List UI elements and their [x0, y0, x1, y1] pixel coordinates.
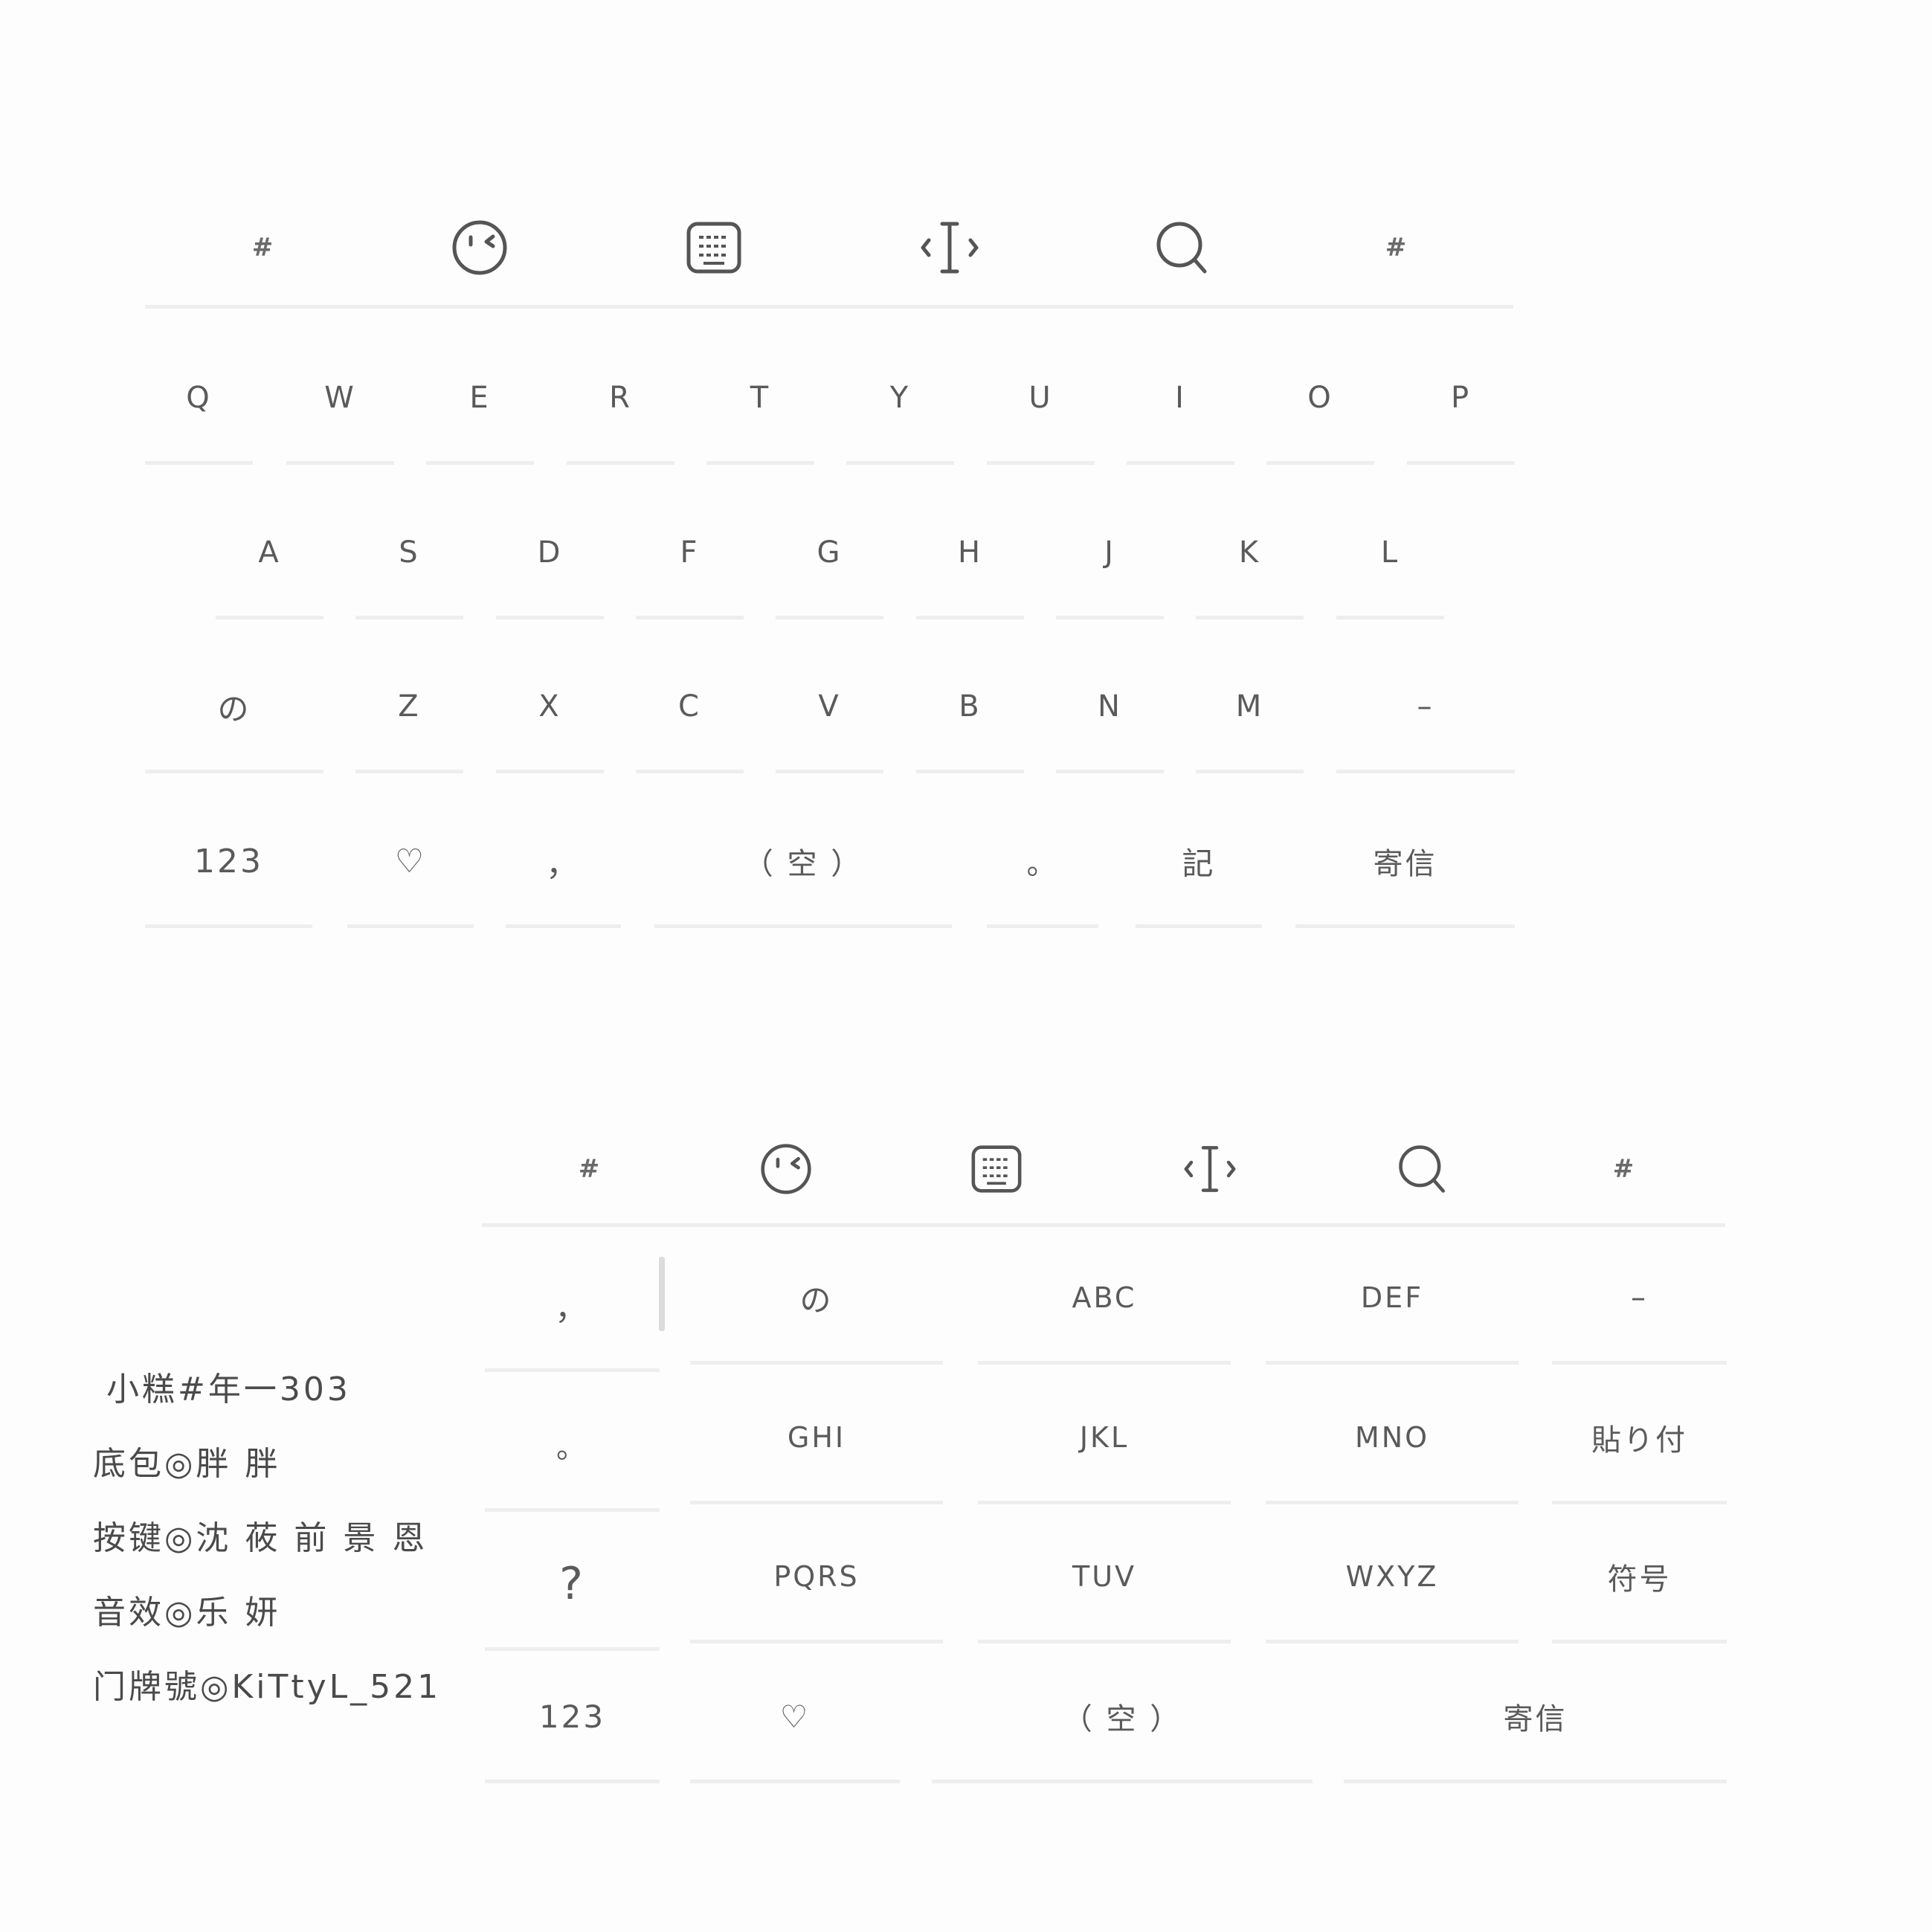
- hash-button-left[interactable]: #: [218, 203, 307, 292]
- hash-label: #: [1385, 233, 1407, 263]
- key-comma[interactable]: ，: [506, 820, 621, 928]
- key-pqrs[interactable]: PQRS: [690, 1536, 943, 1643]
- key-r[interactable]: R: [567, 357, 674, 465]
- key-mno[interactable]: MNO: [1266, 1397, 1519, 1504]
- key-space[interactable]: （ 空 ）: [654, 820, 952, 928]
- hash-label: #: [251, 233, 274, 263]
- key-tuv[interactable]: TUV: [978, 1536, 1231, 1643]
- key-def[interactable]: DEF: [1266, 1257, 1519, 1365]
- toolbar-divider: [145, 305, 1513, 309]
- send-button[interactable]: 寄信: [1344, 1675, 1727, 1783]
- key-123[interactable]: 123: [145, 820, 312, 928]
- key-n[interactable]: N: [1056, 666, 1164, 773]
- credit-line: 门牌號◎KiTtyL_521: [93, 1668, 442, 1706]
- key-p[interactable]: P: [1407, 357, 1515, 465]
- cursor-icon[interactable]: [1165, 1124, 1255, 1214]
- credit-line: 小糕#年一303: [106, 1371, 351, 1408]
- key-s[interactable]: S: [355, 512, 463, 619]
- key-b[interactable]: B: [916, 666, 1024, 773]
- key-period[interactable]: 。: [987, 820, 1098, 928]
- key-question[interactable]: ?: [485, 1543, 660, 1651]
- key-g[interactable]: G: [776, 512, 883, 619]
- key-dash[interactable]: –: [1336, 666, 1515, 773]
- key-123[interactable]: 123: [485, 1675, 660, 1783]
- send-button[interactable]: 寄信: [1295, 820, 1515, 928]
- hash-label: #: [578, 1154, 600, 1184]
- key-ghi[interactable]: GHI: [690, 1397, 943, 1504]
- credit-line: 按键◎沈 莜 前 景 恩: [93, 1519, 428, 1557]
- cursor-icon[interactable]: [905, 203, 994, 292]
- key-m[interactable]: M: [1196, 666, 1304, 773]
- key-e[interactable]: E: [426, 357, 534, 465]
- key-o[interactable]: O: [1266, 357, 1374, 465]
- toolbar-divider: [482, 1223, 1725, 1227]
- credit-line: 音效◎乐 妍: [93, 1594, 281, 1632]
- side-scroll-indicator[interactable]: [659, 1257, 665, 1331]
- hash-button-right[interactable]: #: [1579, 1124, 1668, 1214]
- paste-button[interactable]: 貼り付: [1552, 1397, 1727, 1504]
- key-d[interactable]: D: [496, 512, 604, 619]
- heart-icon[interactable]: ♡: [690, 1675, 900, 1783]
- key-a[interactable]: A: [216, 512, 323, 619]
- heart-icon[interactable]: ♡: [347, 820, 474, 928]
- search-icon[interactable]: [1378, 1124, 1467, 1214]
- key-j[interactable]: J: [1056, 512, 1164, 619]
- emoji-face-icon[interactable]: [435, 203, 524, 292]
- key-u[interactable]: U: [987, 357, 1095, 465]
- key-wxyz[interactable]: WXYZ: [1266, 1536, 1519, 1643]
- key-w[interactable]: W: [286, 357, 394, 465]
- symbols-button[interactable]: 符号: [1552, 1536, 1727, 1643]
- key-no[interactable]: の: [690, 1257, 943, 1365]
- key-z[interactable]: Z: [355, 666, 463, 773]
- key-k[interactable]: K: [1196, 512, 1304, 619]
- key-abc[interactable]: ABC: [978, 1257, 1231, 1365]
- key-q[interactable]: Q: [145, 357, 253, 465]
- keyboard-icon[interactable]: [952, 1124, 1041, 1214]
- hash-button-right[interactable]: #: [1351, 203, 1440, 292]
- emoji-face-icon[interactable]: [741, 1124, 831, 1214]
- hash-label: #: [1612, 1154, 1635, 1184]
- key-jkl[interactable]: JKL: [978, 1397, 1231, 1504]
- key-no[interactable]: の: [145, 666, 323, 773]
- hash-button-left[interactable]: #: [544, 1124, 634, 1214]
- key-f[interactable]: F: [636, 512, 744, 619]
- key-t[interactable]: T: [706, 357, 814, 465]
- key-dash[interactable]: –: [1552, 1257, 1727, 1365]
- key-comma[interactable]: ，: [485, 1264, 660, 1372]
- key-y[interactable]: Y: [846, 357, 954, 465]
- keyboard-icon[interactable]: [669, 203, 759, 292]
- key-c[interactable]: C: [636, 666, 744, 773]
- key-x[interactable]: X: [496, 666, 604, 773]
- key-space[interactable]: （ 空 ）: [932, 1675, 1313, 1783]
- key-period[interactable]: 。: [485, 1404, 660, 1512]
- key-symbol[interactable]: 記: [1136, 820, 1262, 928]
- key-h[interactable]: H: [916, 512, 1024, 619]
- key-i[interactable]: I: [1127, 357, 1234, 465]
- credit-line: 底包◎胖 胖: [93, 1445, 281, 1483]
- key-v[interactable]: V: [776, 666, 883, 773]
- search-icon[interactable]: [1138, 203, 1227, 292]
- key-l[interactable]: L: [1336, 512, 1444, 619]
